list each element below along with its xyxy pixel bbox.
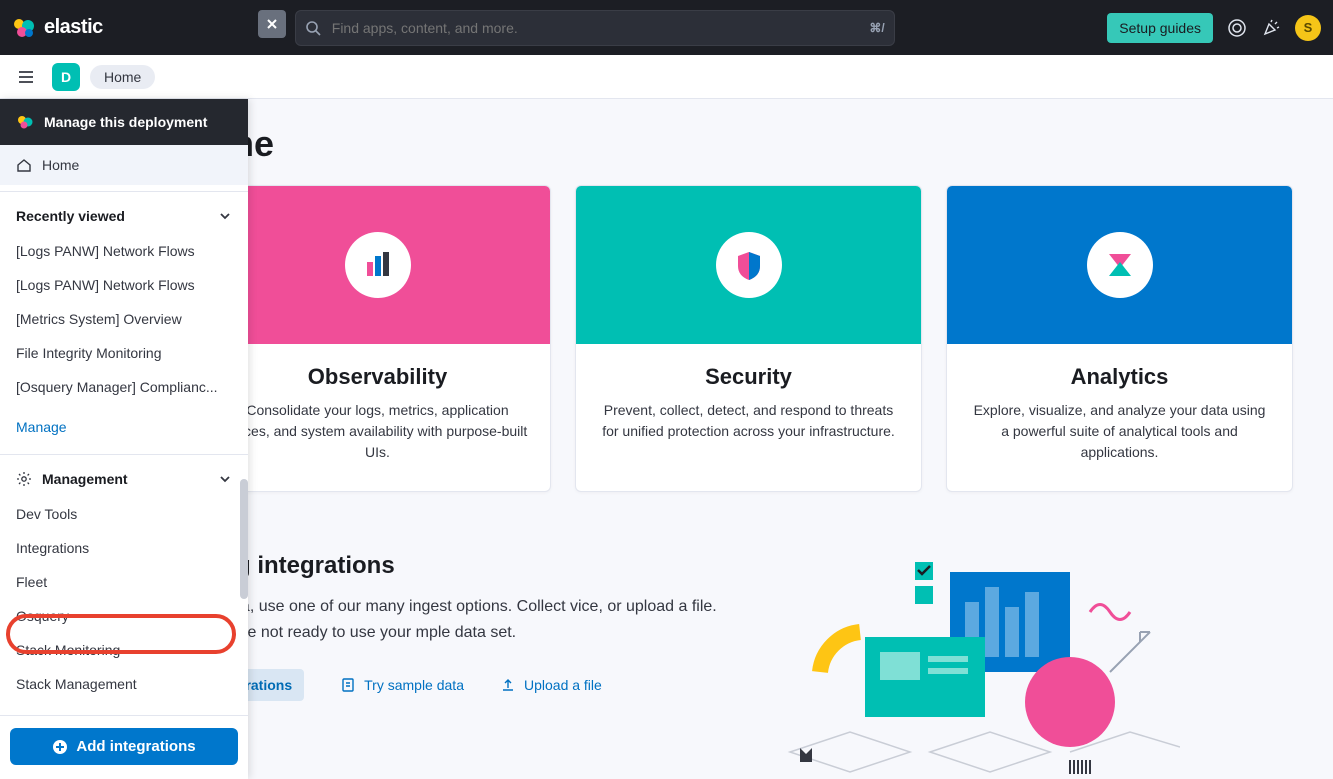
integrations-section: ding integrations ur data, use one of ou… [80, 552, 1293, 779]
gear-icon [16, 471, 32, 487]
side-navigation-panel: Manage this deployment Home Recently vie… [0, 99, 248, 779]
brand-logo[interactable]: elastic [12, 16, 103, 40]
search-input[interactable] [295, 10, 895, 46]
nav-stack-monitoring[interactable]: Stack Monitoring [0, 633, 248, 667]
card-analytics[interactable]: Analytics Explore, visualize, and analyz… [946, 185, 1293, 492]
recent-item[interactable]: [Logs PANW] Network Flows [0, 234, 248, 268]
card-desc: Explore, visualize, and analyze your dat… [969, 400, 1270, 463]
top-bar: elastic ⌘/ Setup guides S [0, 0, 1333, 55]
manage-deployment-link[interactable]: Manage this deployment [0, 99, 248, 145]
celebration-icon[interactable] [1261, 18, 1281, 38]
nav-osquery[interactable]: Osquery [0, 599, 248, 633]
card-desc: Prevent, collect, detect, and respond to… [598, 400, 899, 442]
management-header[interactable]: Management [0, 461, 248, 497]
nav-home[interactable]: Home [0, 145, 248, 185]
recent-item[interactable]: [Osquery Manager] Complianc... [0, 370, 248, 404]
solution-cards: earch ces with a nd tools. Observability… [80, 185, 1293, 492]
upload-file-link[interactable]: Upload a file [500, 677, 602, 693]
card-title: Security [598, 364, 899, 390]
nav-dev-tools[interactable]: Dev Tools [0, 497, 248, 531]
integrations-illustration [760, 552, 1180, 779]
close-panel-button[interactable] [258, 10, 286, 38]
recent-item[interactable]: File Integrity Monitoring [0, 336, 248, 370]
integrations-title: ding integrations [200, 552, 720, 580]
global-search[interactable]: ⌘/ [295, 10, 895, 46]
space-selector[interactable]: D [52, 63, 80, 91]
recently-viewed-header[interactable]: Recently viewed [0, 198, 248, 234]
menu-toggle-button[interactable] [10, 61, 42, 93]
security-icon [716, 232, 782, 298]
document-icon [340, 677, 356, 693]
newsfeed-icon[interactable] [1227, 18, 1247, 38]
nav-stack-management[interactable]: Stack Management [0, 667, 248, 701]
card-observability[interactable]: Observability Consolidate your logs, met… [204, 185, 551, 492]
scrollbar[interactable] [240, 479, 248, 599]
add-integrations-footer-button[interactable]: Add integrations [10, 728, 238, 765]
card-title: Observability [227, 364, 528, 390]
card-title: Analytics [969, 364, 1270, 390]
try-sample-data-link[interactable]: Try sample data [340, 677, 464, 693]
recent-item[interactable]: [Metrics System] Overview [0, 302, 248, 336]
nav-integrations[interactable]: Integrations [0, 531, 248, 565]
avatar-initial: S [1304, 20, 1313, 35]
elastic-logo-icon [12, 16, 36, 40]
analytics-icon [1087, 232, 1153, 298]
breadcrumb-bar: D Home [0, 55, 1333, 99]
home-icon [16, 157, 32, 173]
manage-recent-link[interactable]: Manage [0, 410, 248, 444]
elastic-cluster-icon [16, 113, 34, 131]
chevron-down-icon [218, 209, 232, 223]
topbar-right: Setup guides S [1107, 13, 1321, 43]
card-desc: Consolidate your logs, metrics, applicat… [227, 400, 528, 463]
chevron-down-icon [218, 472, 232, 486]
upload-icon [500, 677, 516, 693]
brand-text: elastic [44, 16, 103, 39]
close-icon [266, 18, 278, 30]
observability-icon [345, 232, 411, 298]
search-shortcut: ⌘/ [869, 21, 884, 35]
setup-guides-button[interactable]: Setup guides [1107, 13, 1213, 43]
user-avatar[interactable]: S [1295, 15, 1321, 41]
search-icon [305, 20, 321, 36]
nav-fleet[interactable]: Fleet [0, 565, 248, 599]
plus-circle-icon [52, 739, 68, 755]
breadcrumb-home[interactable]: Home [90, 65, 155, 89]
space-initial: D [61, 69, 71, 85]
card-security[interactable]: Security Prevent, collect, detect, and r… [575, 185, 922, 492]
page-title: ome [200, 123, 1293, 165]
integrations-desc: ur data, use one of our many ingest opti… [200, 594, 720, 645]
recent-item[interactable]: [Logs PANW] Network Flows [0, 268, 248, 302]
